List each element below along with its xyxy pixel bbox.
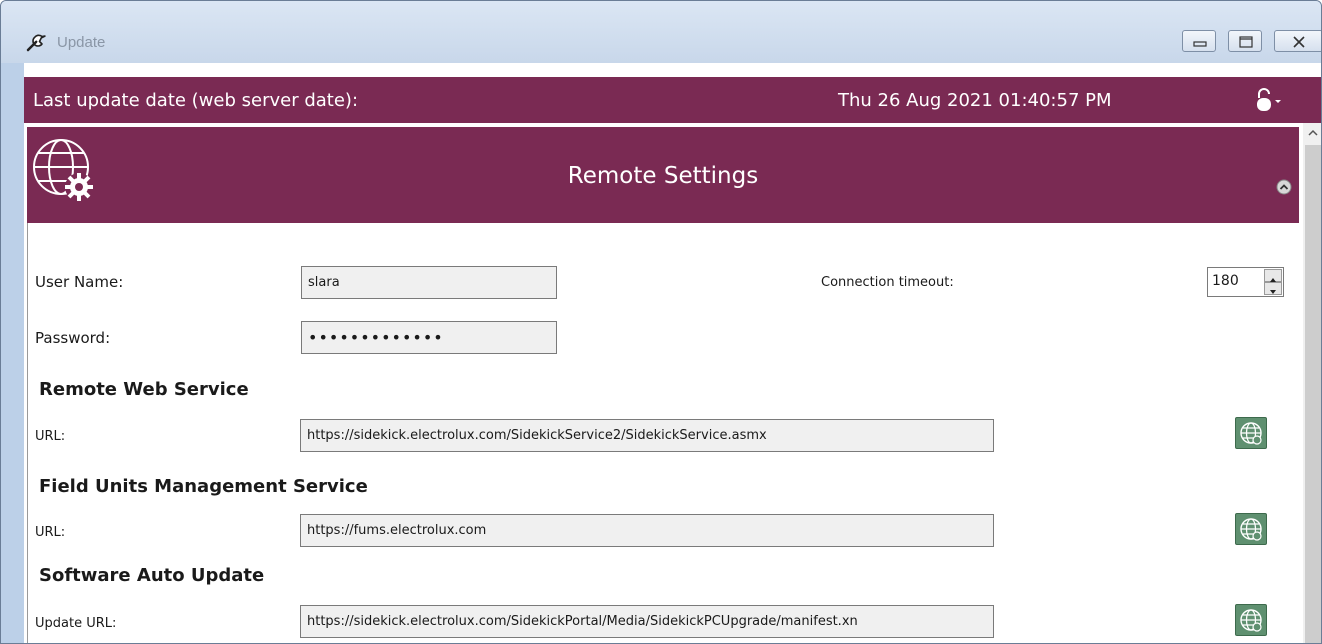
- update-url-field[interactable]: https://sidekick.electrolux.com/Sidekick…: [300, 605, 994, 638]
- title-bar[interactable]: Update: [1, 1, 1321, 63]
- close-icon: [1293, 36, 1305, 48]
- test-field-units-button[interactable]: [1235, 513, 1267, 545]
- last-update-bar: Last update date (web server date): Thu …: [24, 77, 1321, 123]
- remote-settings-header: Remote Settings: [27, 127, 1299, 223]
- scroll-thumb[interactable]: [1305, 145, 1321, 643]
- globe-refresh-icon: [1240, 422, 1262, 445]
- caret-down-icon: [1270, 290, 1276, 294]
- stepper-down-button[interactable]: [1264, 282, 1282, 295]
- last-update-label: Last update date (web server date):: [33, 90, 359, 111]
- password-label: Password:: [35, 329, 111, 347]
- globe-refresh-icon: [1240, 518, 1262, 541]
- globe-refresh-icon: [1240, 609, 1262, 632]
- username-label: User Name:: [35, 273, 124, 291]
- password-field[interactable]: •••••••••••••: [301, 321, 557, 354]
- update-url-label: Update URL:: [35, 616, 117, 631]
- remote-web-service-url-label: URL:: [35, 429, 66, 444]
- section-title-remote-web-service: Remote Web Service: [39, 379, 249, 400]
- section-title-software-auto-update: Software Auto Update: [39, 565, 265, 586]
- minimize-button[interactable]: [1182, 30, 1216, 52]
- remote-web-service-url-field[interactable]: https://sidekick.electrolux.com/Sidekick…: [300, 419, 994, 452]
- update-window: Update Last update date (web server date…: [0, 0, 1322, 644]
- maximize-icon: [1239, 36, 1253, 48]
- wrench-icon: [26, 34, 46, 52]
- panel-title: Remote Settings: [567, 163, 759, 189]
- collapse-icon[interactable]: [1276, 179, 1292, 195]
- username-field[interactable]: slara: [301, 266, 557, 299]
- field-units-url-label: URL:: [35, 525, 66, 540]
- timeout-stepper[interactable]: 180: [1207, 267, 1284, 297]
- window-title: Update: [57, 34, 106, 51]
- test-remote-web-service-button[interactable]: [1235, 417, 1267, 449]
- scroll-up-icon[interactable]: [1303, 123, 1322, 145]
- minimize-icon: [1193, 41, 1207, 47]
- maximize-button[interactable]: [1228, 30, 1262, 52]
- timeout-value: 180: [1212, 273, 1239, 289]
- section-title-field-units: Field Units Management Service: [39, 476, 368, 497]
- stepper-up-button[interactable]: [1264, 269, 1282, 282]
- test-update-url-button[interactable]: [1235, 604, 1267, 636]
- stepper-buttons: [1264, 269, 1282, 295]
- field-units-url-field[interactable]: https://fums.electrolux.com: [300, 514, 994, 547]
- timeout-label: Connection timeout:: [821, 275, 954, 290]
- last-update-date: Thu 26 Aug 2021 01:40:57 PM: [838, 90, 1112, 111]
- close-button[interactable]: [1274, 30, 1321, 52]
- lock-icon[interactable]: [1249, 85, 1281, 115]
- client-area: Last update date (web server date): Thu …: [24, 63, 1322, 643]
- vertical-scrollbar[interactable]: [1303, 123, 1322, 643]
